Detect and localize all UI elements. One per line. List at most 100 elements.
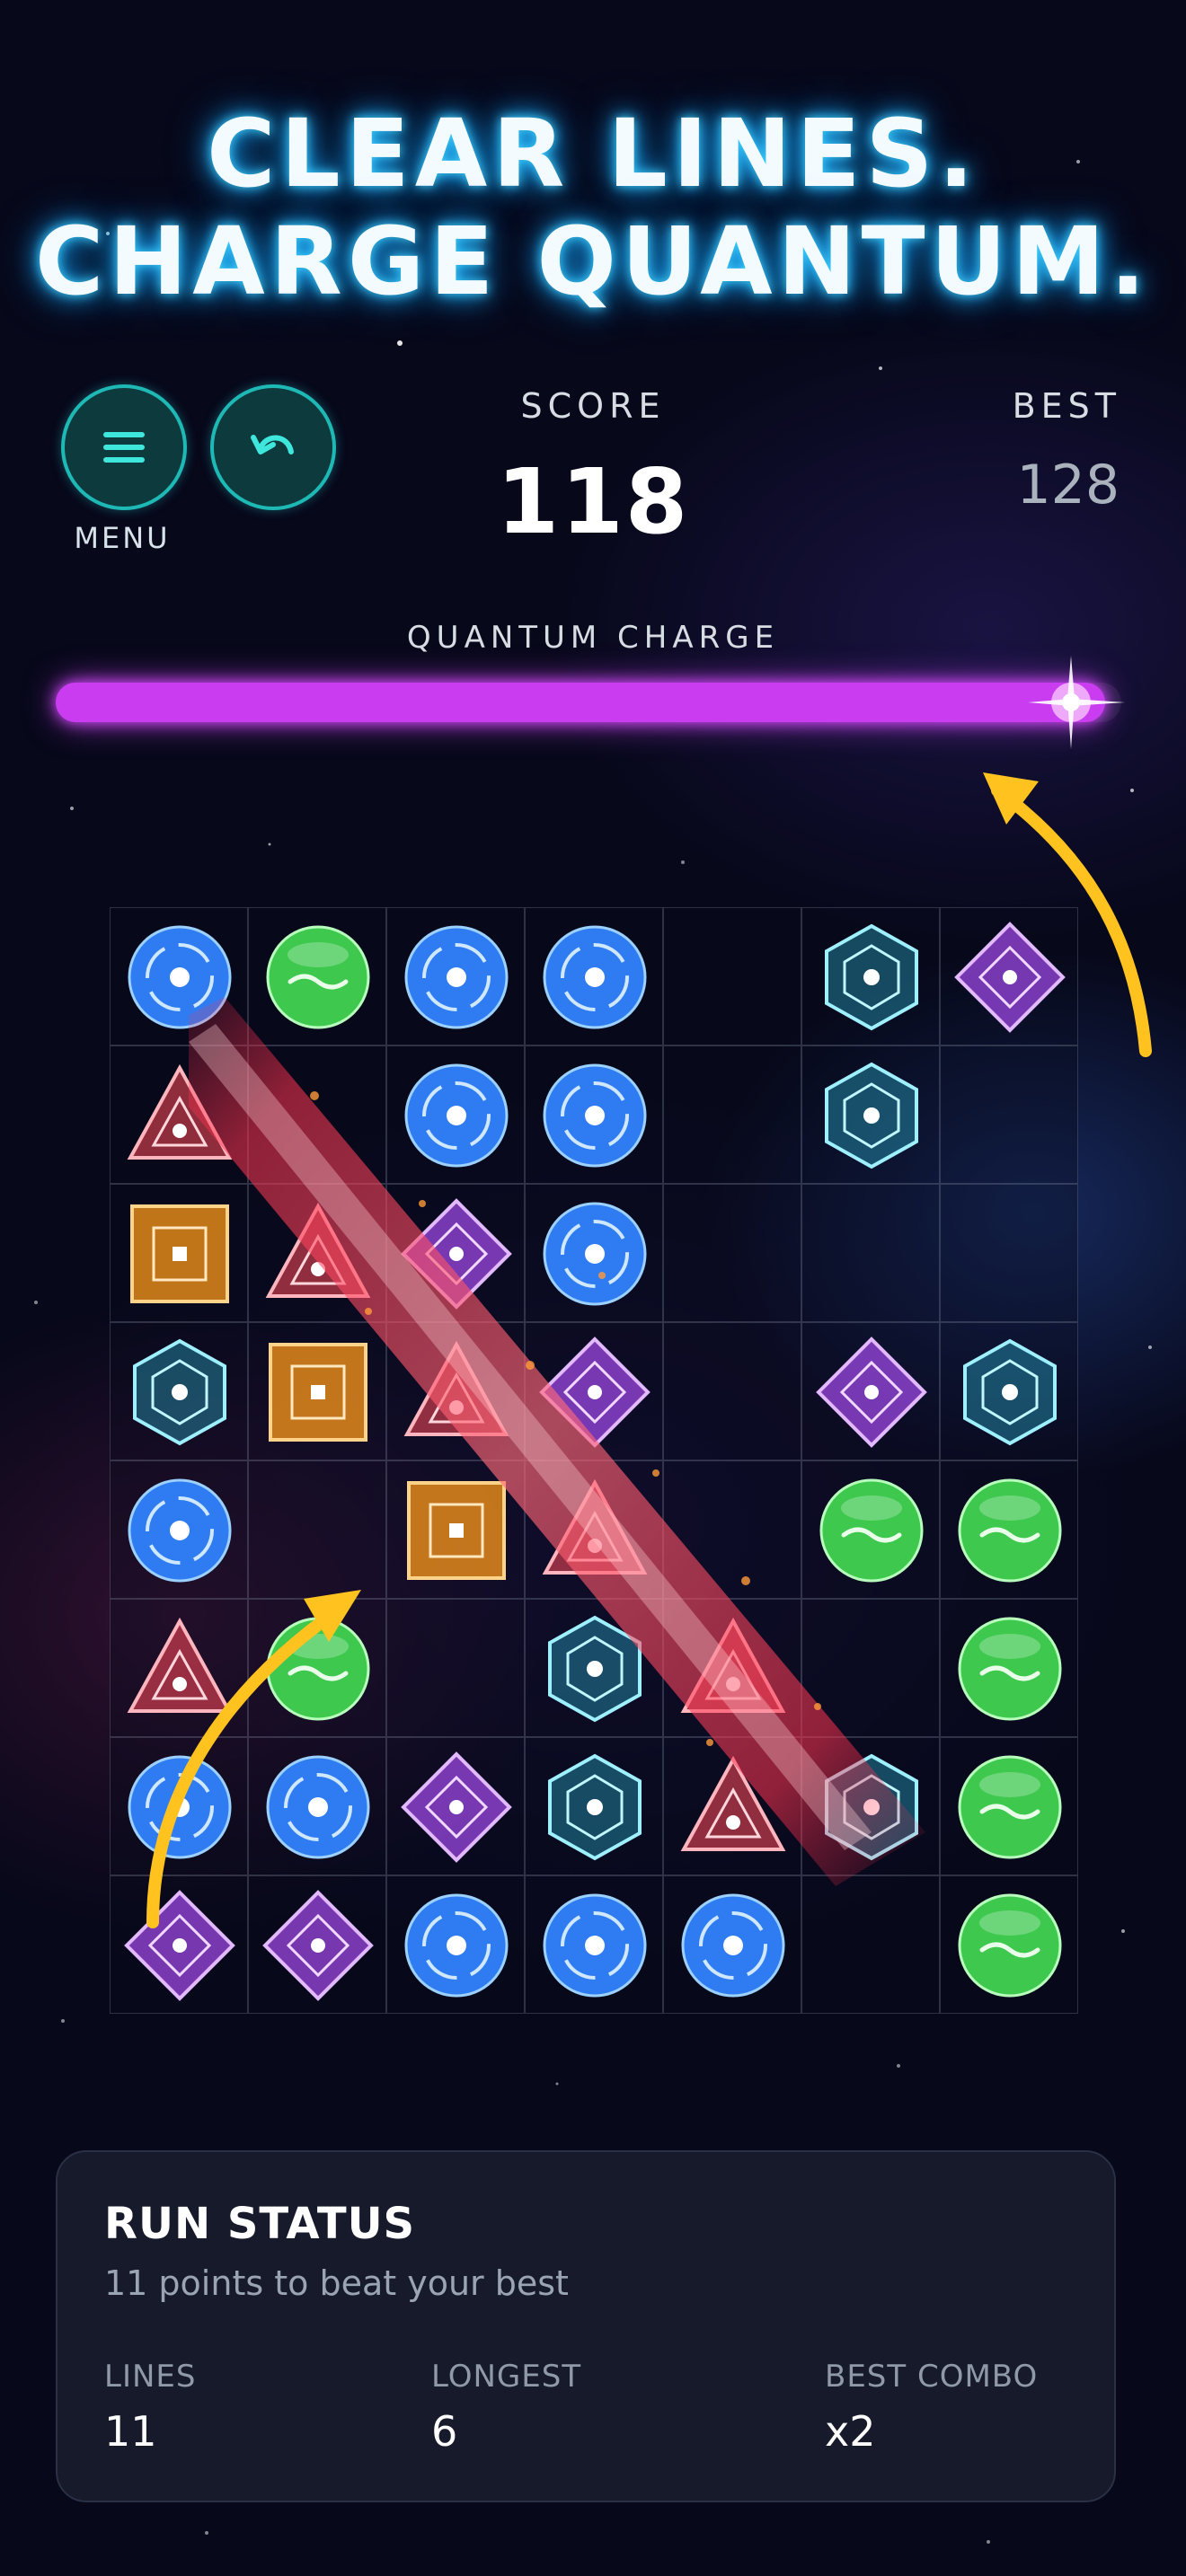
board-cell[interactable] [248,1045,386,1184]
board-cell[interactable] [940,1737,1078,1875]
red-gem-icon [542,1478,648,1575]
board-cell[interactable] [525,907,663,1045]
board-cell[interactable] [525,1184,663,1322]
blue-gem-icon [404,925,509,1029]
board-cell[interactable] [386,907,525,1045]
board-cell[interactable] [525,1045,663,1184]
board-cell[interactable] [248,907,386,1045]
menu-label: MENU [74,521,171,555]
arrow-to-board-icon [146,1590,361,1928]
board-cell[interactable] [525,1460,663,1599]
board-cell[interactable] [940,1599,1078,1737]
red-gem-icon [680,1617,786,1713]
board-cell[interactable] [801,1322,940,1460]
board-cell[interactable] [386,1875,525,2014]
board-cell[interactable] [801,907,940,1045]
lines-value: 11 [104,2407,157,2456]
green-gem-icon [819,1478,924,1583]
board-cell[interactable] [663,1599,801,1737]
longest-value: 6 [431,2407,458,2456]
red-gem-icon [680,1755,786,1851]
board-cell[interactable] [525,1322,663,1460]
board-cell[interactable] [386,1737,525,1875]
purple-gem-icon [539,1337,651,1448]
quantum-charge-bar [56,683,1121,722]
board-cell[interactable] [663,1184,801,1322]
board-cell[interactable] [663,907,801,1045]
board-cell[interactable] [663,1045,801,1184]
cyan-gem-icon [963,1338,1057,1446]
green-gem-icon [958,1617,1062,1721]
board-cell[interactable] [801,1875,940,2014]
board-cell[interactable] [248,1184,386,1322]
board-cell[interactable] [386,1599,525,1737]
board-cell[interactable] [248,1322,386,1460]
best-combo-label: BEST COMBO [825,2359,1039,2395]
hamburger-icon [103,432,145,463]
orange-gem-icon [269,1343,367,1442]
board-cell[interactable] [110,1322,248,1460]
board-cell[interactable] [110,907,248,1045]
best-label: BEST [1012,386,1121,426]
red-gem-icon [265,1202,371,1298]
red-gem-icon [127,1063,233,1160]
board-cell[interactable] [663,1875,801,2014]
board-cell[interactable] [940,1184,1078,1322]
undo-button[interactable] [210,384,336,510]
board-cell[interactable] [525,1737,663,1875]
best-combo-value: x2 [825,2407,876,2456]
green-gem-icon [958,1893,1062,1998]
board-cell[interactable] [663,1322,801,1460]
blue-gem-icon [543,925,647,1029]
purple-gem-icon [401,1198,512,1310]
board-cell[interactable] [940,1875,1078,2014]
cyan-gem-icon [548,1753,642,1861]
red-gem-icon [403,1340,509,1436]
board-cell[interactable] [801,1184,940,1322]
board-cell[interactable] [940,907,1078,1045]
cyan-gem-icon [825,923,918,1031]
run-status-title: RUN STATUS [104,2199,416,2249]
score-value: 118 [496,449,690,554]
board-cell[interactable] [663,1460,801,1599]
board-cell[interactable] [525,1875,663,2014]
purple-gem-icon [954,922,1066,1033]
blue-gem-icon [543,1202,647,1306]
cyan-gem-icon [548,1615,642,1723]
board-cell[interactable] [386,1045,525,1184]
blue-gem-icon [404,1893,509,1998]
board-cell[interactable] [525,1599,663,1737]
blue-gem-icon [404,1063,509,1168]
board-cell[interactable] [663,1737,801,1875]
board-cell[interactable] [801,1460,940,1599]
board-cell[interactable] [386,1460,525,1599]
blue-gem-icon [128,925,232,1029]
board-cell[interactable] [940,1045,1078,1184]
green-gem-icon [958,1755,1062,1859]
green-gem-icon [958,1478,1062,1583]
blue-gem-icon [543,1063,647,1168]
cyan-gem-icon [825,1753,918,1861]
board-cell[interactable] [386,1322,525,1460]
orange-gem-icon [407,1481,506,1580]
board-cell[interactable] [801,1045,940,1184]
board-cell[interactable] [801,1737,940,1875]
longest-label: LONGEST [431,2359,582,2395]
board-cell[interactable] [940,1322,1078,1460]
run-status-panel: RUN STATUS 11 points to beat your best L… [56,2150,1116,2502]
cyan-gem-icon [133,1338,226,1446]
charge-spark-icon [1028,656,1125,749]
purple-gem-icon [401,1751,512,1863]
board-cell[interactable] [940,1460,1078,1599]
board-cell[interactable] [801,1599,940,1737]
best-value: 128 [1016,454,1120,516]
menu-button[interactable] [61,384,187,510]
purple-gem-icon [816,1337,927,1448]
board-cell[interactable] [386,1184,525,1322]
cyan-gem-icon [825,1062,918,1169]
score-label: SCORE [520,386,666,426]
green-gem-icon [266,925,370,1029]
board-cell[interactable] [110,1184,248,1322]
headline-line-2: CHARGE QUANTUM. [34,207,1152,316]
board-cell[interactable] [110,1045,248,1184]
